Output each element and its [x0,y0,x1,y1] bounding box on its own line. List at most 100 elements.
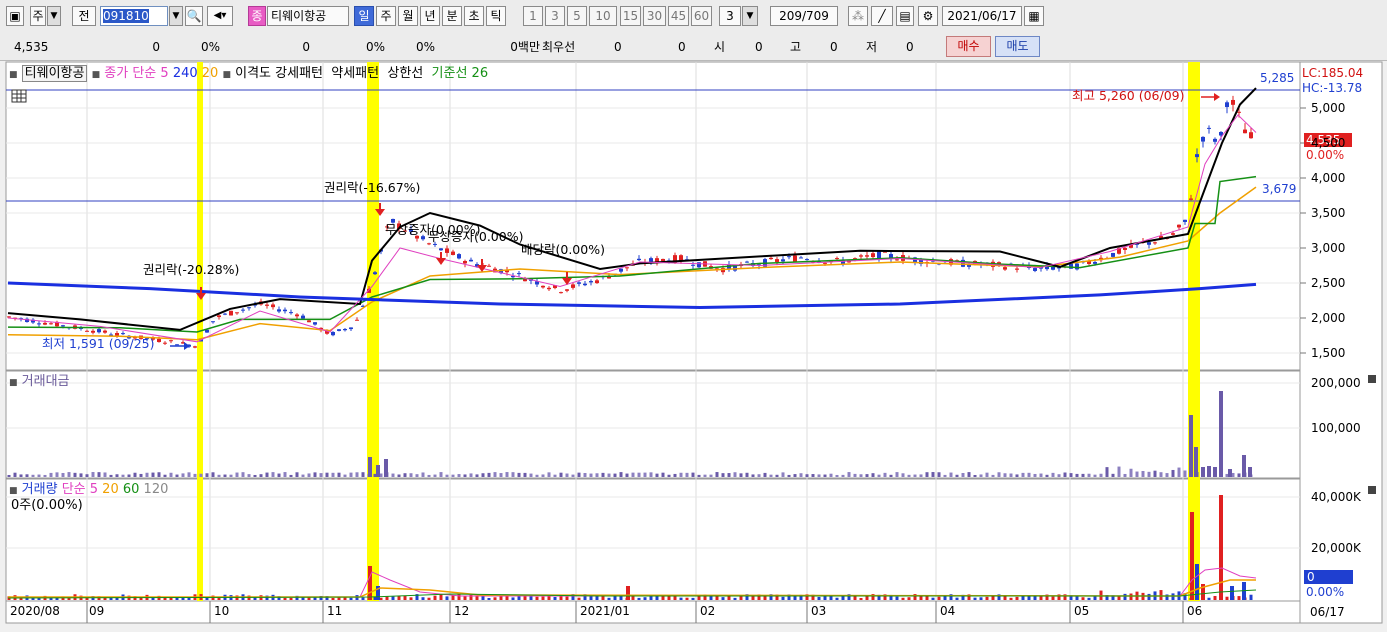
period-tab[interactable]: 틱 [486,6,506,26]
period-tab[interactable]: 초 [464,6,484,26]
amount-bar [1111,473,1115,477]
candle-body [859,255,863,257]
candle-body [355,319,359,321]
legend-base-line[interactable]: 기준선 26 [432,66,489,81]
low-label: 저 [866,40,878,54]
amount-bar [619,472,623,477]
volume-bar [368,566,372,600]
candle-body [157,338,161,343]
interval-button[interactable]: 10 [589,6,617,26]
amount-bar [67,472,71,477]
low-value: 0 [906,40,914,54]
current-pct-tag: 0.00% [1306,148,1345,162]
interval-button[interactable]: 60 [691,6,712,26]
stock-code-input[interactable]: 091810 [100,6,168,26]
candle-body [469,259,473,262]
table-icon[interactable] [9,88,31,104]
amount-bar [361,472,365,477]
buy-button[interactable]: 매수 [946,36,991,57]
sound-icon[interactable]: ◀▾ [207,6,233,26]
code-dropdown-icon[interactable]: ▼ [169,6,183,26]
amount-bar [703,474,707,477]
amount-bar [775,474,779,477]
amount-legend-label[interactable]: 거래대금 [22,374,70,389]
amount-bar [247,474,251,477]
period-tab[interactable]: 주 [376,6,396,26]
amount-bar [193,473,197,477]
interval-dropdown-icon[interactable]: ▼ [742,6,758,26]
interval-button[interactable]: 15 [620,6,641,26]
amount-legend[interactable]: ■ 거래대금 [9,374,70,391]
legend-strong-pattern[interactable]: 강세패턴 [275,66,323,81]
volume-pct: 0% [365,40,385,54]
volume-ma120[interactable]: 120 [144,482,169,497]
period-tab[interactable]: 월 [398,6,418,26]
volume-bar [697,595,701,600]
amount-bar [349,472,353,477]
volume-legend-label[interactable]: 거래량 [22,482,58,497]
sell-button[interactable]: 매도 [995,36,1040,57]
volume-ma5[interactable]: 5 [90,482,98,497]
legend-weak-pattern[interactable]: 약세패턴 [331,66,379,81]
legend-close-label[interactable]: 종가 단순 [104,66,156,81]
save-icon[interactable]: ▤ [896,6,914,26]
amount-bar [337,472,341,477]
amount-bar [487,472,491,477]
window-icon[interactable]: ▣ [6,6,24,26]
interval-button[interactable]: 30 [643,6,666,26]
amount-bar [445,474,449,477]
amount-bar [793,474,797,477]
category-badge[interactable]: 종 [248,6,266,26]
legend-limit-line[interactable]: 상한선 [387,66,423,81]
volume-ma60[interactable]: 60 [123,482,140,497]
amount-bar [691,472,695,477]
interval-value[interactable]: 3 [719,6,741,26]
amount-bar [1081,473,1085,477]
volume-ma-label[interactable]: 단순 [62,482,86,497]
trend-tool-icon[interactable]: ╱ [871,6,893,26]
calendar-icon[interactable]: ▦ [1024,6,1044,26]
date-label: 04 [940,604,956,618]
date-label: 10 [214,604,230,618]
candle-body [313,322,317,325]
legend-disparity[interactable]: 이격도 [235,66,271,81]
interval-button[interactable]: 3 [545,6,565,26]
volume-ma20[interactable]: 20 [102,482,119,497]
amount-bar [811,474,815,477]
candle-body [1195,154,1199,158]
candle-body [961,259,965,267]
compare-icon[interactable]: ⁂ [848,6,868,26]
legend-ma240[interactable]: 240 [173,66,198,81]
legend-toggle-icon[interactable]: ■ [9,70,18,80]
gear-icon[interactable]: ⚙ [918,6,938,26]
amount-bar [1219,391,1223,477]
stock-name-field[interactable]: 티웨이항공 [267,6,349,26]
amount-bar [1045,474,1049,477]
volume-bar [205,597,209,600]
date-input[interactable]: 2021/06/17 [942,6,1022,26]
candle-body [661,258,665,262]
date-label: 03 [811,604,827,618]
interval-button[interactable]: 1 [523,6,543,26]
amount-bar [187,472,191,477]
candle-body [1225,102,1229,108]
search-icon[interactable]: 🔍 [185,6,203,26]
period-tab[interactable]: 일 [354,6,374,26]
volume-bar [1081,597,1085,600]
amount-bar [175,474,179,477]
prev-button[interactable]: 전 [72,6,96,26]
legend-ma5[interactable]: 5 [160,66,168,81]
legend-ma20[interactable]: 20 [202,66,219,81]
period-tab[interactable]: 분 [442,6,462,26]
volume-legend: ■ 거래량 단순 5 20 60 120 [9,482,168,499]
interval-button[interactable]: 5 [567,6,587,26]
amount-bar [169,472,173,477]
interval-button[interactable]: 45 [668,6,689,26]
legend-stock-name[interactable]: 티웨이항공 [21,65,88,82]
count-field[interactable]: 209/709 [770,6,838,26]
chart-area[interactable] [0,61,1387,632]
candle-body [373,272,377,275]
period-tab[interactable]: 년 [420,6,440,26]
chevron-down-icon[interactable]: ▼ [47,6,61,26]
period-prefix[interactable]: 주 [30,6,46,26]
